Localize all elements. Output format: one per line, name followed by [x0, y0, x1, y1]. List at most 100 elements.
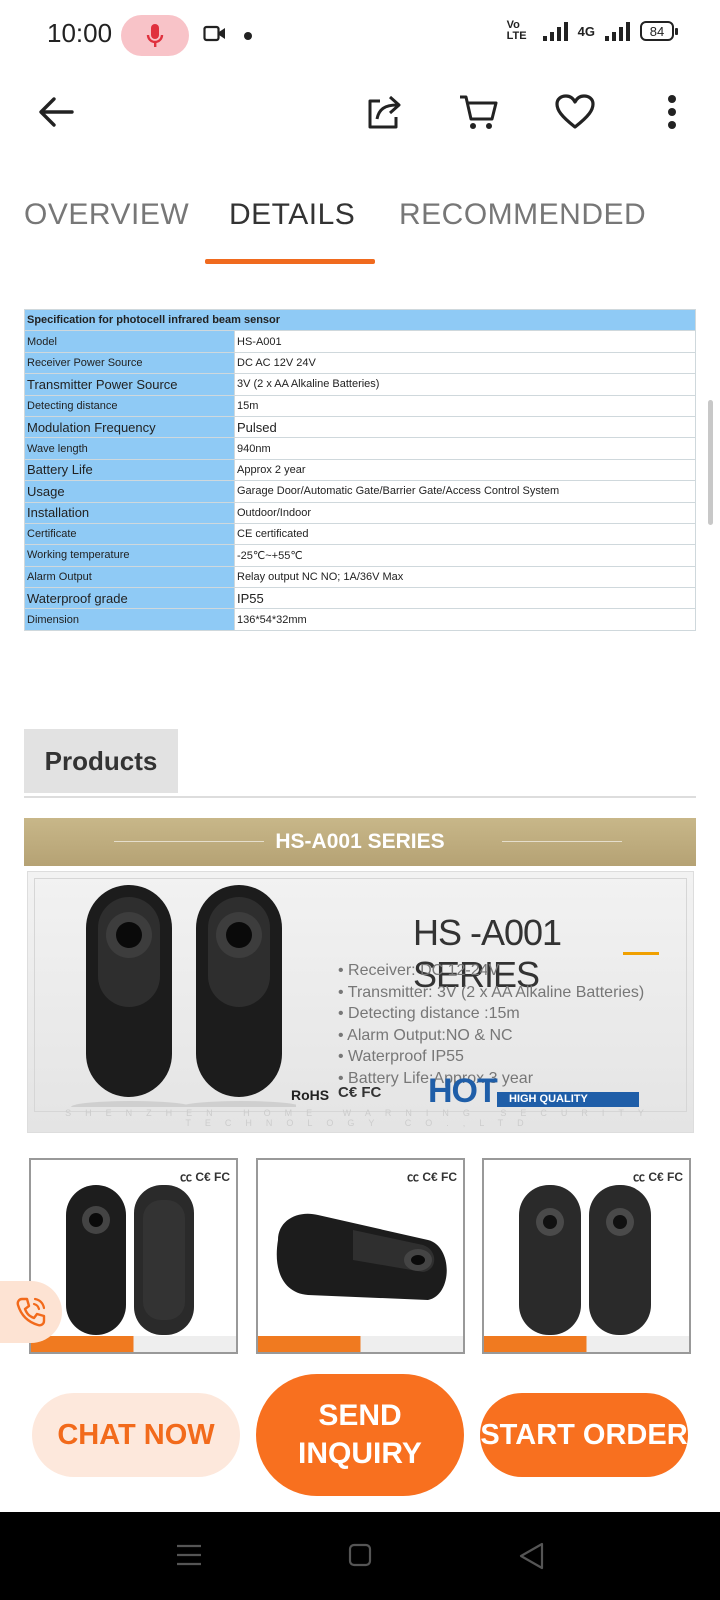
top-app-bar	[0, 72, 720, 152]
table-row: Waterproof grade IP55	[24, 587, 696, 610]
call-button[interactable]	[0, 1281, 62, 1343]
certification-marks: C€ FC	[338, 1084, 382, 1101]
product-thumbnail-2[interactable]: ㏄ C€ FC	[256, 1158, 465, 1354]
spec-value: Approx 2 year	[234, 458, 696, 482]
table-row: Usage Garage Door/Automatic Gate/Barrier …	[24, 480, 696, 503]
table-row: Dimension 136*54*32mm	[24, 608, 696, 631]
certification-marks: ㏄ C€ FC	[179, 1170, 230, 1184]
table-row: Battery Life Approx 2 year	[24, 458, 696, 482]
table-row: Wave length 940nm	[24, 437, 696, 460]
product-thumbnail-1[interactable]: ㏄ C€ FC	[29, 1158, 238, 1354]
spec-table: Specification for photocell infrared bea…	[24, 308, 696, 631]
list-item: Receiver: DC 12-24V	[338, 960, 644, 982]
network-type: 4G	[577, 23, 595, 39]
scrollbar[interactable]	[708, 400, 713, 525]
video-camera-icon	[203, 25, 225, 42]
menu-icon[interactable]	[176, 1544, 202, 1566]
table-row: Certificate CE certificated	[24, 522, 696, 546]
arrow-left-icon	[39, 97, 74, 127]
product-thumbnail-3[interactable]: ㏄ C€ FC	[482, 1158, 691, 1354]
sensor-pair-image	[519, 1185, 651, 1335]
start-order-button[interactable]: START ORDER	[480, 1393, 688, 1477]
microphone-icon	[146, 23, 164, 47]
spec-key: Modulation Frequency	[24, 415, 235, 439]
spec-value: IP55	[234, 587, 696, 610]
list-item: Waterproof IP55	[338, 1046, 644, 1068]
divider	[502, 841, 622, 842]
battery-level: 84	[649, 23, 665, 39]
back-button[interactable]	[34, 90, 78, 134]
table-row: Model HS-A001	[24, 330, 696, 353]
signal-icon-2	[605, 21, 630, 41]
title-accent	[623, 952, 659, 955]
spec-value: 3V (2 x AA Alkaline Batteries)	[234, 373, 696, 396]
table-row: Receiver Power Source DC AC 12V 24V	[24, 351, 696, 375]
tab-overview[interactable]: OVERVIEW	[24, 198, 189, 232]
table-row: Working temperature -25℃~+55℃	[24, 544, 696, 567]
spec-value: DC AC 12V 24V	[234, 351, 696, 375]
rohs-mark: RoHS	[291, 1087, 330, 1103]
table-row: Transmitter Power Source 3V (2 x AA Alkal…	[24, 373, 696, 396]
status-time: 10:00	[47, 18, 113, 48]
list-item: Transmitter: 3V (2 x AA Alkaline Batteri…	[338, 982, 644, 1004]
divider	[114, 841, 264, 842]
favorite-button[interactable]	[553, 90, 597, 134]
home-icon[interactable]	[348, 1543, 372, 1567]
signal-icon	[542, 21, 568, 41]
cart-button[interactable]	[456, 90, 500, 134]
spec-value: Pulsed	[234, 415, 696, 439]
share-button[interactable]	[362, 90, 406, 134]
phone-call-icon	[16, 1297, 46, 1327]
spec-key: Receiver Power Source	[24, 351, 235, 375]
spec-value: 136*54*32mm	[234, 608, 696, 631]
spec-table-title: Specification for photocell infrared bea…	[24, 308, 696, 332]
cart-icon	[460, 95, 498, 129]
spec-value: 940nm	[234, 437, 696, 460]
send-inquiry-label-2: INQUIRY	[298, 1437, 422, 1470]
spec-key: Alarm Output	[24, 565, 235, 589]
table-row: Installation Outdoor/Indoor	[24, 501, 696, 524]
list-item: Alarm Output:NO & NC	[338, 1025, 644, 1047]
notification-dot	[244, 32, 252, 40]
divider	[24, 796, 696, 798]
spec-value: 15m	[234, 394, 696, 417]
more-vert-icon	[668, 95, 676, 129]
spec-key: Installation	[24, 501, 235, 524]
table-row: Detecting distance 15m	[24, 394, 696, 417]
send-inquiry-label-1: SEND	[318, 1399, 402, 1432]
more-options-button[interactable]	[650, 90, 694, 134]
spec-value: Relay output NC NO; 1A/36V Max	[234, 565, 696, 589]
spec-key: Waterproof grade	[24, 587, 235, 610]
back-icon[interactable]	[518, 1542, 544, 1570]
battery-icon: 84	[640, 21, 678, 41]
spec-value: Outdoor/Indoor	[234, 501, 696, 524]
sensor-front-back-image	[66, 1185, 194, 1335]
volte-indicator: Vo LTE	[506, 19, 527, 42]
spec-key: Dimension	[24, 608, 235, 631]
share-icon	[368, 95, 401, 129]
product-banner-image[interactable]: HS -A001 SERIES Receiver: DC 12-24V Tran…	[27, 871, 694, 1133]
certification-marks: ㏄ C€ FC	[632, 1170, 683, 1184]
active-tab-indicator	[205, 259, 375, 264]
table-row: Modulation Frequency Pulsed	[24, 415, 696, 439]
send-inquiry-button[interactable]: SEND INQUIRY	[256, 1374, 464, 1496]
heart-icon	[555, 94, 595, 129]
high-quality-label: HIGH QUALITY	[497, 1092, 639, 1107]
tab-details[interactable]: DETAILS	[229, 198, 355, 232]
tab-bar: OVERVIEW DETAILS RECOMMENDED	[0, 180, 720, 264]
thumbnail-stripe	[31, 1336, 236, 1352]
system-nav-bar	[0, 1512, 720, 1600]
spec-key: Wave length	[24, 437, 235, 460]
thumbnail-stripe	[484, 1336, 689, 1352]
tab-recommended[interactable]: RECOMMENDED	[399, 198, 646, 232]
feature-list: Receiver: DC 12-24V Transmitter: 3V (2 x…	[338, 960, 644, 1089]
status-bar: 10:00 Vo LTE 4G 84	[0, 0, 720, 72]
spec-value: CE certificated	[234, 522, 696, 546]
spec-value: -25℃~+55℃	[234, 544, 696, 567]
spec-value: Garage Door/Automatic Gate/Barrier Gate/…	[234, 480, 696, 503]
chat-now-button[interactable]: CHAT NOW	[32, 1393, 240, 1477]
mic-indicator	[121, 15, 189, 56]
spec-key: Transmitter Power Source	[24, 373, 235, 396]
spec-key: Certificate	[24, 522, 235, 546]
certification-marks: ㏄ C€ FC	[406, 1170, 457, 1184]
